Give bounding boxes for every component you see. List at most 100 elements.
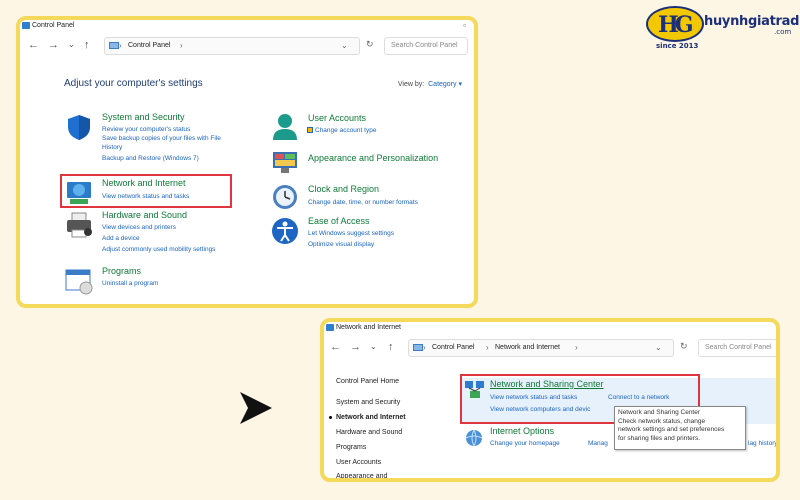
control-panel-content: Adjust your computer's settings View by:… (20, 58, 474, 304)
link-devices-printers[interactable]: View devices and printers (102, 224, 176, 231)
recent-locations-icon[interactable]: ⌄ (68, 39, 75, 51)
logo-mark-letters: HG (658, 12, 694, 38)
link-connect-network[interactable]: Connect to a network (608, 394, 669, 401)
category-title-system-security[interactable]: System and Security (102, 112, 185, 122)
refresh-icon-2[interactable]: ↻ (680, 341, 688, 352)
link-view-network-computers[interactable]: View network computers and devic (490, 406, 590, 413)
network-icon (67, 182, 91, 204)
link-mobility-settings[interactable]: Adjust commonly used mobility settings (102, 246, 215, 253)
link-review-status[interactable]: Review your computer's status (102, 126, 190, 133)
breadcrumb-separator-icon: › (119, 41, 122, 50)
shield-icon (68, 115, 90, 140)
address-toolbar-2: ← → ⌄ ↑ › Control Panel › Network and In… (324, 336, 776, 360)
printer-icon (67, 212, 92, 238)
refresh-icon[interactable]: ↻ (366, 39, 374, 50)
network-app-icon (326, 324, 334, 331)
internet-options-icon (465, 429, 483, 447)
address-toolbar: ← → ⌄ ↑ › Control Panel › ⌄ ↻ Search Con… (20, 34, 474, 58)
logo-since-text: since 2013 (656, 42, 699, 50)
sidebar-item-appearance[interactable]: Appearance and (336, 473, 387, 478)
view-by-label: View by: (397, 81, 425, 88)
sidebar-item-network-internet[interactable]: Network and Internet (336, 414, 406, 421)
close-icon[interactable]: ▫ (463, 20, 466, 32)
category-title-user-accounts[interactable]: User Accounts (308, 113, 366, 123)
link-change-account-type[interactable]: Change account type (315, 127, 376, 134)
address-bar[interactable]: › Control Panel › ⌄ (104, 37, 360, 55)
breadcrumb-separator-icon-2: › (423, 343, 426, 352)
control-panel-window: Control Panel ▫ ← → ⌄ ↑ › Control Panel … (16, 16, 478, 308)
tooltip-line-2: network settings and set preferences (618, 426, 725, 433)
category-user-accounts: User Accounts Change account type (270, 112, 470, 142)
link-uninstall-program[interactable]: Uninstall a program (102, 280, 158, 287)
tooltip-line-1: Check network status, change (618, 417, 706, 425)
view-by-value: Category (428, 81, 457, 88)
breadcrumb-chevron-icon-2[interactable]: › (575, 340, 578, 356)
window-title: Control Panel (32, 22, 75, 29)
link-file-history[interactable]: History (102, 144, 122, 151)
user-icon (273, 114, 297, 140)
item-title-internet-options[interactable]: Internet Options (490, 426, 554, 436)
link-save-backup[interactable]: Save backup copies of your files with Fi… (102, 135, 221, 142)
category-programs: Programs Uninstall a program (64, 266, 264, 296)
view-by[interactable]: View by: Category ▾ (398, 80, 462, 88)
sidebar-item-programs[interactable]: Programs (336, 444, 366, 451)
category-system-security: System and Security Review your computer… (64, 112, 264, 172)
link-backup-restore[interactable]: Backup and Restore (Windows 7) (102, 155, 199, 162)
sidebar-item-user-accounts[interactable]: User Accounts (336, 459, 381, 466)
link-change-homepage[interactable]: Change your homepage (490, 440, 560, 447)
link-add-device[interactable]: Add a device (102, 235, 140, 242)
category-title-ease-of-access[interactable]: Ease of Access (308, 216, 370, 226)
breadcrumb-separator-icon-3: › (486, 343, 489, 352)
search-input-2[interactable]: Search Control Panel (698, 339, 776, 357)
category-clock-region: Clock and Region Change date, time, or n… (270, 182, 470, 212)
sidebar-item-home[interactable]: Control Panel Home (336, 378, 399, 385)
recent-locations-icon-2[interactable]: ⌄ (370, 341, 377, 353)
category-title-clock-region[interactable]: Clock and Region (308, 184, 379, 194)
forward-icon[interactable]: → (48, 39, 59, 51)
logo-mark: HG (646, 6, 704, 42)
breadcrumb-control-panel[interactable]: Control Panel (128, 38, 170, 54)
title-bar-2: Network and Internet (324, 322, 776, 336)
back-icon[interactable]: ← (28, 39, 39, 51)
search-input[interactable]: Search Control Panel (384, 37, 468, 55)
category-ease-of-access: Ease of Access Let Windows suggest setti… (270, 216, 470, 252)
programs-icon (65, 269, 93, 295)
control-panel-app-icon (22, 22, 30, 29)
title-bar: Control Panel ▫ (20, 20, 474, 34)
category-appearance: Appearance and Personalization (270, 148, 470, 178)
breadcrumb-chevron-icon[interactable]: › (180, 38, 183, 54)
category-title-network-internet[interactable]: Network and Internet (102, 178, 186, 188)
breadcrumb-control-panel-2[interactable]: Control Panel (432, 340, 474, 356)
category-network-internet: Network and Internet View network status… (64, 178, 234, 208)
back-icon-2[interactable]: ← (330, 341, 341, 353)
link-optimize-visual[interactable]: Optimize visual display (308, 241, 374, 248)
page-heading: Adjust your computer's settings (64, 78, 203, 89)
forward-icon-2[interactable]: → (350, 341, 361, 353)
network-internet-window: Network and Internet ← → ⌄ ↑ › Control P… (320, 318, 780, 482)
sidebar-item-system-security[interactable]: System and Security (336, 399, 400, 406)
brand-logo: HG huynhgiatrading .com since 2013 (646, 4, 800, 54)
address-dropdown-icon-2[interactable]: ⌄ (655, 340, 662, 356)
network-sharing-icon (465, 381, 484, 398)
category-title-appearance[interactable]: Appearance and Personalization (308, 153, 438, 163)
sidebar-item-hardware-sound[interactable]: Hardware and Sound (336, 429, 402, 436)
item-title-network-sharing-center[interactable]: Network and Sharing Center (490, 379, 604, 389)
up-icon[interactable]: ↑ (84, 39, 90, 51)
category-title-hardware-sound[interactable]: Hardware and Sound (102, 210, 187, 220)
link-manage-addons[interactable]: Manag (588, 440, 608, 447)
link-change-date-formats[interactable]: Change date, time, or number formats (308, 199, 418, 206)
address-dropdown-icon[interactable]: ⌄ (341, 38, 348, 54)
logo-domain-text: .com (774, 28, 792, 36)
category-title-programs[interactable]: Programs (102, 266, 141, 276)
link-view-network-status[interactable]: View network status and tasks (102, 193, 189, 200)
link-windows-suggest[interactable]: Let Windows suggest settings (308, 230, 394, 237)
accessibility-icon (272, 218, 298, 244)
link-history-tail[interactable]: lag history (748, 440, 776, 447)
view-by-dropdown[interactable]: Category ▾ (426, 81, 462, 88)
link-view-network-status-2[interactable]: View network status and tasks (490, 394, 577, 401)
address-bar-2[interactable]: › Control Panel › Network and Internet ›… (408, 339, 674, 357)
active-bullet-icon (329, 416, 332, 419)
up-icon-2[interactable]: ↑ (388, 341, 394, 353)
breadcrumb-network-internet[interactable]: Network and Internet (495, 340, 560, 356)
tooltip-line-3: for sharing files and printers. (618, 434, 701, 442)
